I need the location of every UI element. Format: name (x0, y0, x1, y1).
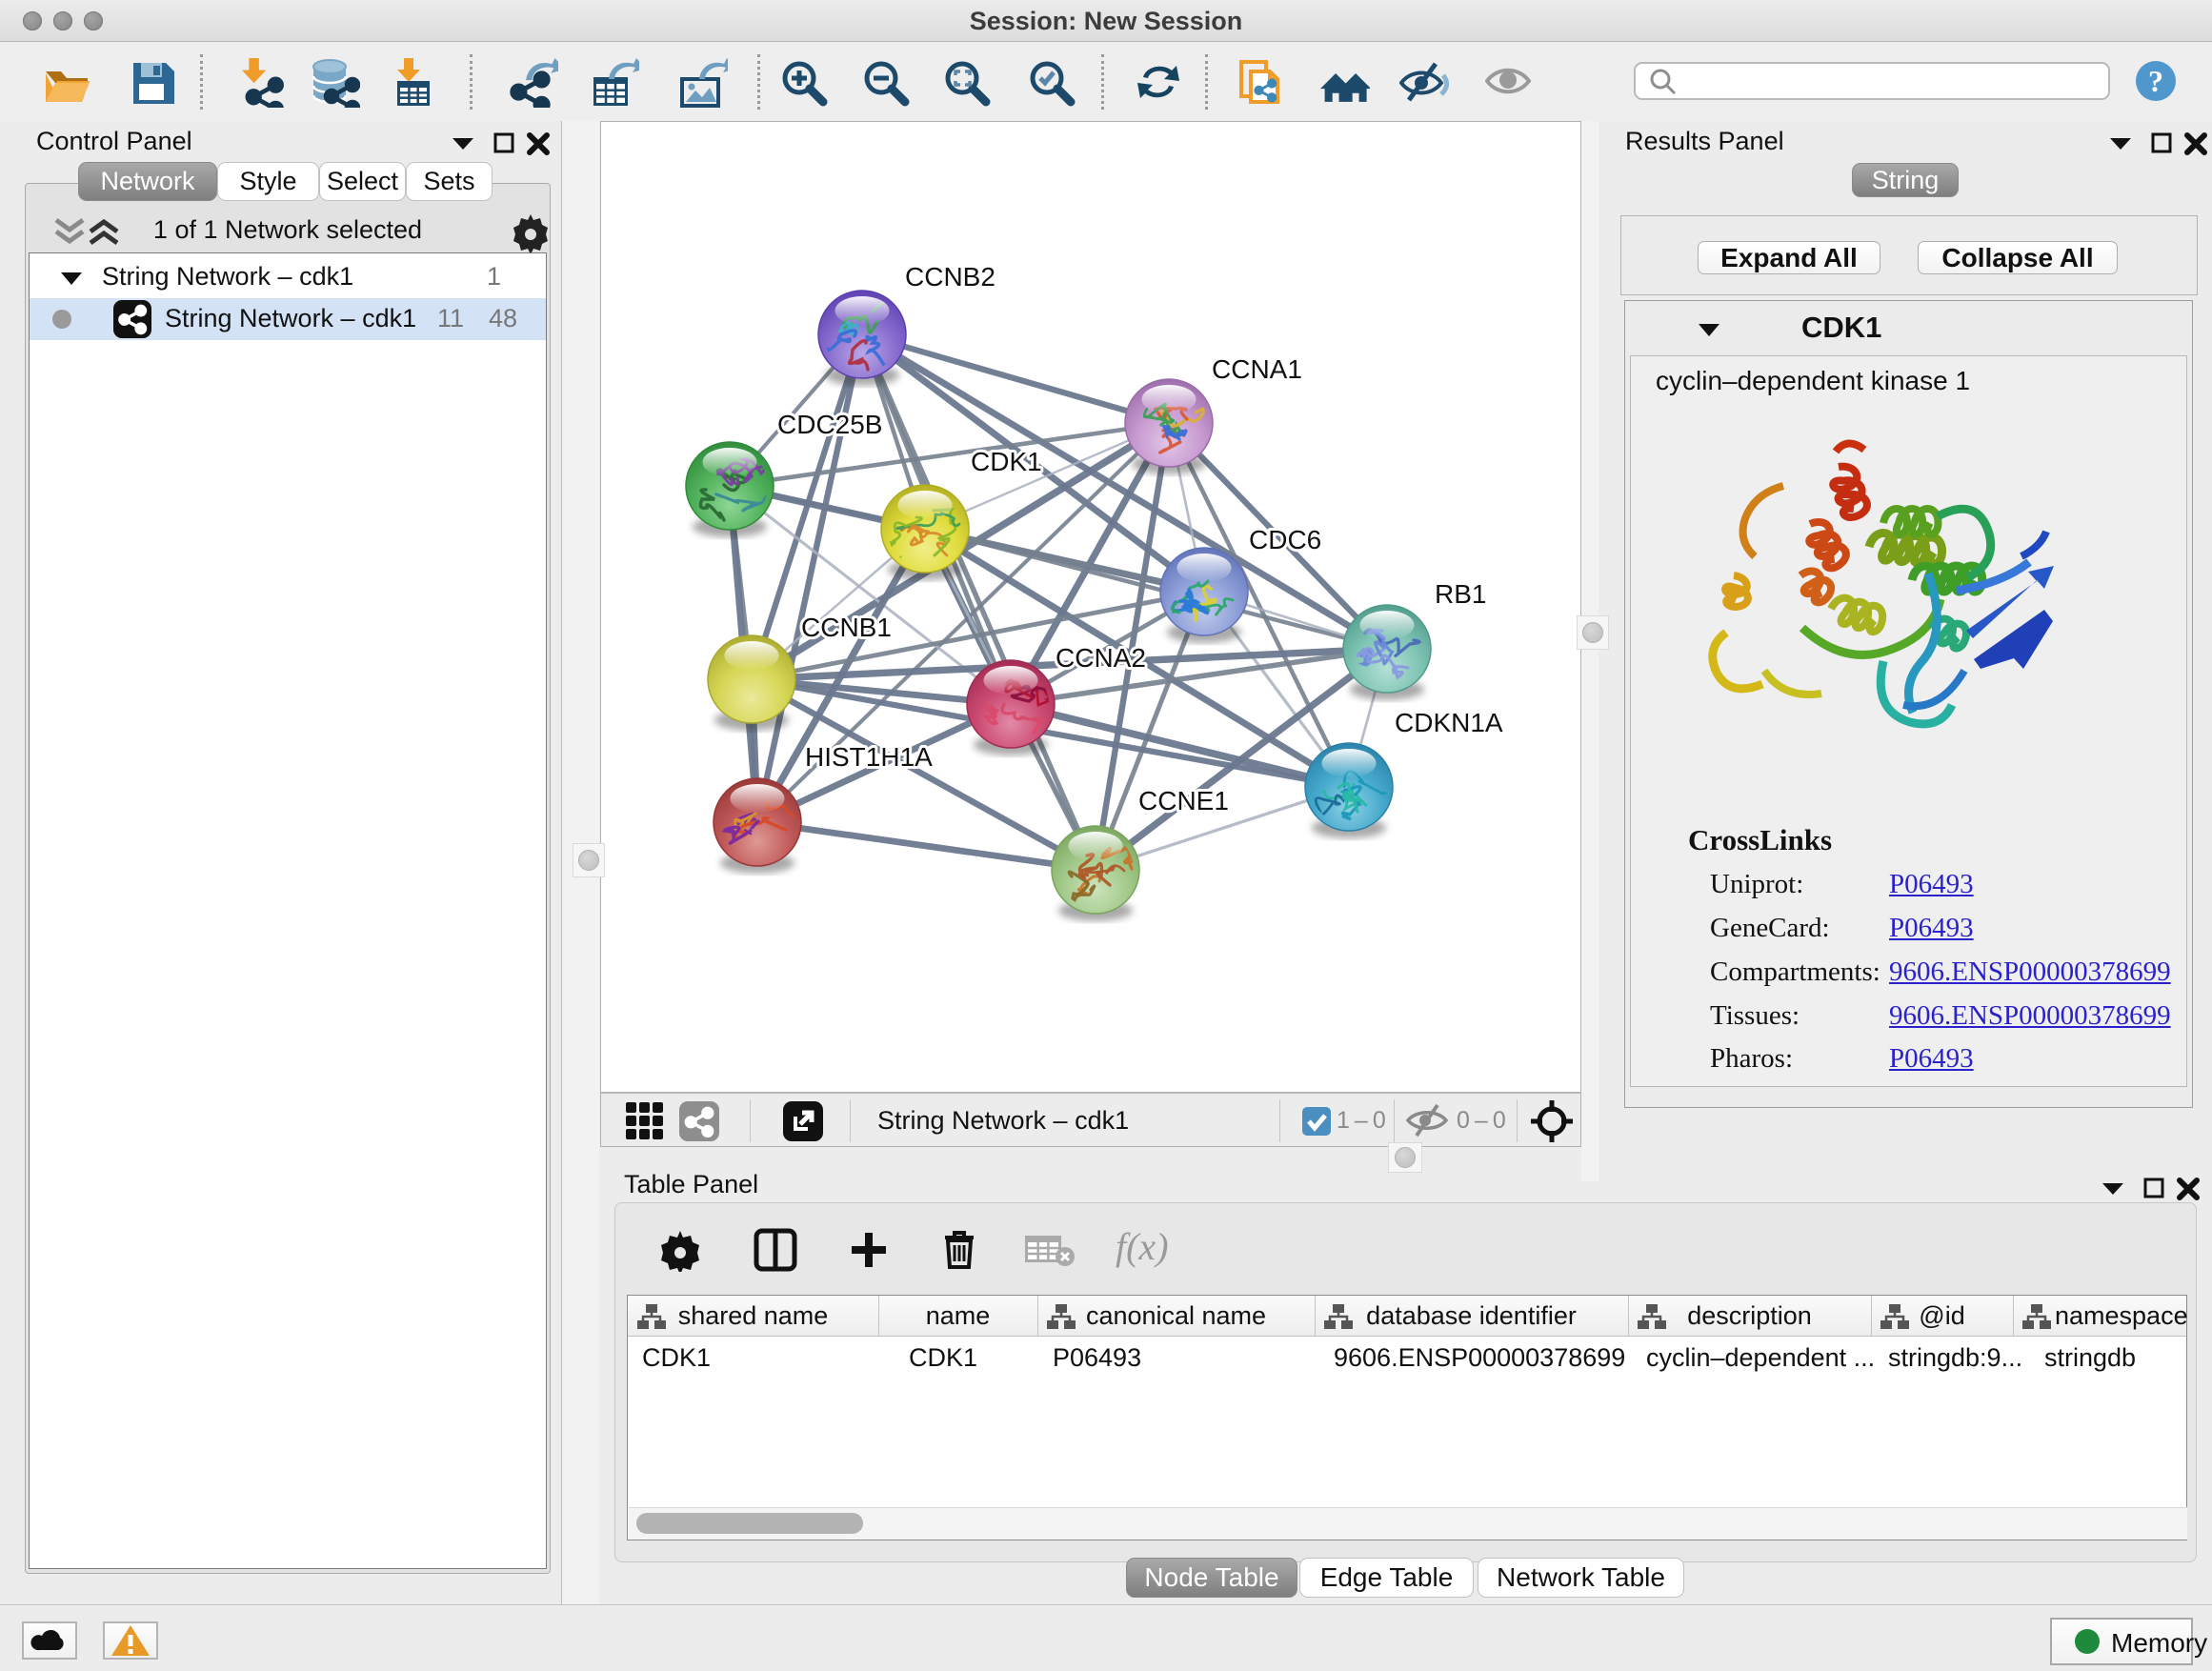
svg-text:CDC25B: CDC25B (777, 410, 882, 439)
svg-text:CDK1: CDK1 (971, 447, 1042, 476)
svg-text:CCNA2: CCNA2 (1056, 643, 1146, 673)
svg-text:RB1: RB1 (1435, 579, 1486, 609)
svg-text:CDC6: CDC6 (1249, 525, 1321, 554)
svg-text:CDKN1A: CDKN1A (1395, 708, 1503, 737)
svg-text:CCNB1: CCNB1 (801, 613, 892, 642)
svg-text:HIST1H1A: HIST1H1A (805, 742, 933, 772)
svg-text:?: ? (2148, 64, 2163, 98)
svg-text:CCNB2: CCNB2 (905, 262, 995, 292)
svg-text:CCNA1: CCNA1 (1212, 354, 1302, 384)
svg-text:CCNE1: CCNE1 (1138, 786, 1229, 815)
